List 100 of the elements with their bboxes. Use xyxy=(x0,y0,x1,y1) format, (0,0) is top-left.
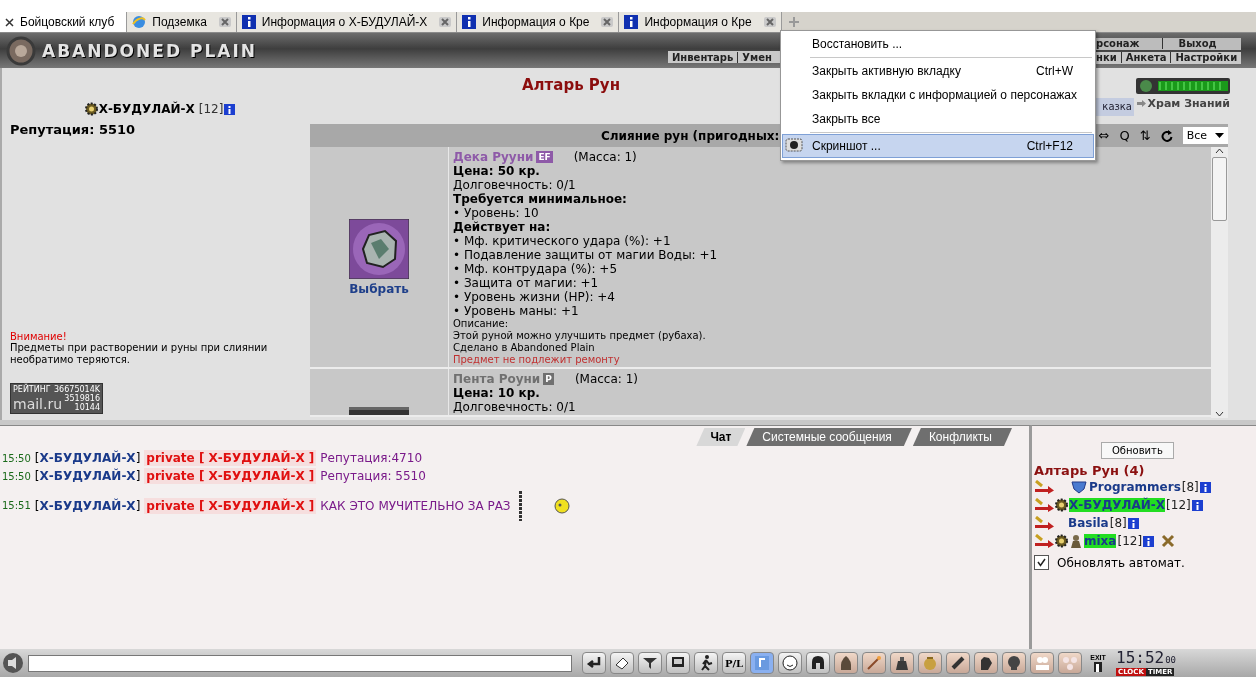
sender-name[interactable]: [Х-БУДУЛАЙ-Х] xyxy=(34,468,141,484)
item-property: • Мф. критического удара (%): +1 xyxy=(453,234,672,248)
private-recipient[interactable]: private [ Х-БУДУЛАЙ-Х ] xyxy=(144,450,317,466)
select-link[interactable]: Выбрать xyxy=(349,281,409,296)
text-cursor-icon xyxy=(518,491,522,521)
tool-button[interactable]: ⇅ xyxy=(1139,128,1151,143)
temple-link[interactable]: Храм Знаний xyxy=(1136,97,1230,110)
close-icon[interactable] xyxy=(5,17,14,27)
hint-tab[interactable]: казка xyxy=(1096,98,1134,116)
nav-link[interactable]: рсонаж xyxy=(1096,38,1140,49)
item-description: Описание: xyxy=(453,318,510,330)
hood-button[interactable] xyxy=(834,652,858,674)
speaker-icon[interactable] xyxy=(2,652,24,674)
crossed-swords-icon[interactable] xyxy=(1161,534,1176,548)
browser-tab[interactable]: Информация о Х-БУДУЛАЙ-Х xyxy=(236,12,458,32)
monitor-button[interactable] xyxy=(666,652,690,674)
user-level: [12] xyxy=(1166,498,1191,512)
private-recipient[interactable]: private [ Х-БУДУЛАЙ-Х ] xyxy=(144,498,317,514)
room-title: Алтарь Рун (4) xyxy=(1034,463,1146,478)
chat-tab[interactable]: Чат xyxy=(696,428,746,446)
globe-icon xyxy=(132,15,147,29)
player-name[interactable]: Х-БУДУЛАЙ-Х xyxy=(98,102,195,116)
chat-tab[interactable]: Системные сообщения xyxy=(746,428,912,446)
gear-icon xyxy=(1055,498,1068,512)
item-property: • Защита от магии: +1 xyxy=(453,276,600,290)
item-property: • Уровень жизни (HP): +4 xyxy=(453,290,616,304)
filter-button[interactable] xyxy=(638,652,662,674)
door-icon xyxy=(1093,662,1103,672)
smiley-button[interactable] xyxy=(778,652,802,674)
browser-tab[interactable]: Информация о Кре xyxy=(619,12,782,32)
tool-button[interactable]: Q xyxy=(1119,128,1130,143)
private-arrow-icon[interactable] xyxy=(1034,498,1054,512)
chat-tab[interactable]: Конфликты xyxy=(912,428,1012,446)
scroll-thumb[interactable] xyxy=(1212,157,1227,221)
message-time: 15:50 xyxy=(2,452,31,466)
enter-button[interactable] xyxy=(582,652,606,674)
menu-item[interactable]: Скриншот ... Ctrl+F12 xyxy=(782,134,1094,158)
item-property: Цена: 10 кр. xyxy=(453,386,541,400)
user-name[interactable]: Х-БУДУЛАЙ-Х xyxy=(1069,498,1166,512)
item-badge: P xyxy=(543,373,554,385)
sack-button[interactable] xyxy=(918,652,942,674)
nav-link[interactable]: Анкета xyxy=(1120,52,1167,63)
info-icon xyxy=(1199,481,1211,493)
menu-item[interactable]: Восстановить ... xyxy=(782,32,1094,56)
item-property: Действует на: xyxy=(453,220,552,234)
browser-tab[interactable]: Бойцовский клуб xyxy=(0,12,128,32)
browser-tab[interactable]: Информация о Кре xyxy=(457,12,620,32)
clock-time: 15:52 xyxy=(1116,650,1165,665)
user-name[interactable]: Programmers xyxy=(1089,480,1181,494)
pl-button[interactable]: P/L xyxy=(722,652,746,674)
music-button[interactable] xyxy=(750,652,774,674)
message-text: Репутация: 5510 xyxy=(320,468,426,484)
menu-item[interactable]: Закрыть вкладки с информацией о персонажах xyxy=(782,83,1094,107)
shield-icon xyxy=(1070,480,1088,494)
item-description: Сделано в Abandoned Plain xyxy=(453,342,596,354)
scrollbar[interactable] xyxy=(1211,147,1228,418)
private-arrow-icon[interactable] xyxy=(1034,516,1054,530)
energy-meter-icon xyxy=(1136,78,1230,94)
user-name[interactable]: mixa xyxy=(1084,534,1117,548)
nav-link[interactable]: нки xyxy=(1096,52,1117,63)
refresh-button[interactable]: Обновить xyxy=(1101,442,1174,459)
reputation-text: Репутация: 5510 xyxy=(10,122,137,137)
item-description: Этой руной можно улучшить предмет (рубаха). xyxy=(453,330,707,342)
info-icon xyxy=(1127,517,1139,529)
message-time: 15:51 xyxy=(2,499,31,513)
warning-text: Предметы при растворении и руны при слиянии необратимо теряются. xyxy=(10,342,269,366)
private-arrow-icon[interactable] xyxy=(1034,534,1054,548)
gear-icon xyxy=(84,102,98,116)
wand-button[interactable] xyxy=(862,652,886,674)
info-icon xyxy=(241,15,256,29)
private-arrow-icon[interactable] xyxy=(1034,480,1054,494)
camera-icon xyxy=(785,137,803,153)
item-badge: EF xyxy=(536,151,553,163)
nav-link[interactable]: Настройки xyxy=(1170,52,1238,63)
browser-tab[interactable]: Подземка xyxy=(127,12,237,32)
bag-button[interactable] xyxy=(890,652,914,674)
figure-icon xyxy=(1069,534,1083,548)
nav-link[interactable]: Инвентарь xyxy=(672,51,734,63)
sender-name[interactable]: [Х-БУДУЛАЙ-Х] xyxy=(34,498,141,514)
sender-name[interactable]: [Х-БУДУЛАЙ-Х] xyxy=(34,450,141,466)
menu-item[interactable]: Закрыть активную вкладку Ctrl+W xyxy=(782,59,1094,83)
private-recipient[interactable]: private [ Х-БУДУЛАЙ-Х ] xyxy=(144,468,317,484)
chat-input[interactable] xyxy=(28,654,572,672)
player-level: [12] xyxy=(198,102,224,116)
user-level: [8] xyxy=(1109,516,1127,530)
emblem-icon xyxy=(6,35,36,66)
tool-button[interactable]: ⇔ xyxy=(1098,128,1110,143)
warning-title: Внимание! xyxy=(10,331,68,342)
nav-link[interactable]: Выход xyxy=(1161,38,1217,49)
running-figure-button[interactable] xyxy=(694,652,718,674)
item-property: Цена: 50 кр. xyxy=(453,164,541,178)
filter-dropdown[interactable]: Все xyxy=(1182,127,1228,144)
caret-icon xyxy=(1215,133,1224,138)
repair-note: Предмет не подлежит ремонту xyxy=(453,354,621,366)
auto-refresh-checkbox[interactable] xyxy=(1034,555,1049,570)
bag-icon xyxy=(893,654,911,672)
user-name[interactable]: Basila xyxy=(1068,516,1109,530)
refresh-icon[interactable] xyxy=(1160,129,1173,142)
nav-link[interactable]: Умен xyxy=(737,51,772,63)
eraser-button[interactable] xyxy=(610,652,634,674)
